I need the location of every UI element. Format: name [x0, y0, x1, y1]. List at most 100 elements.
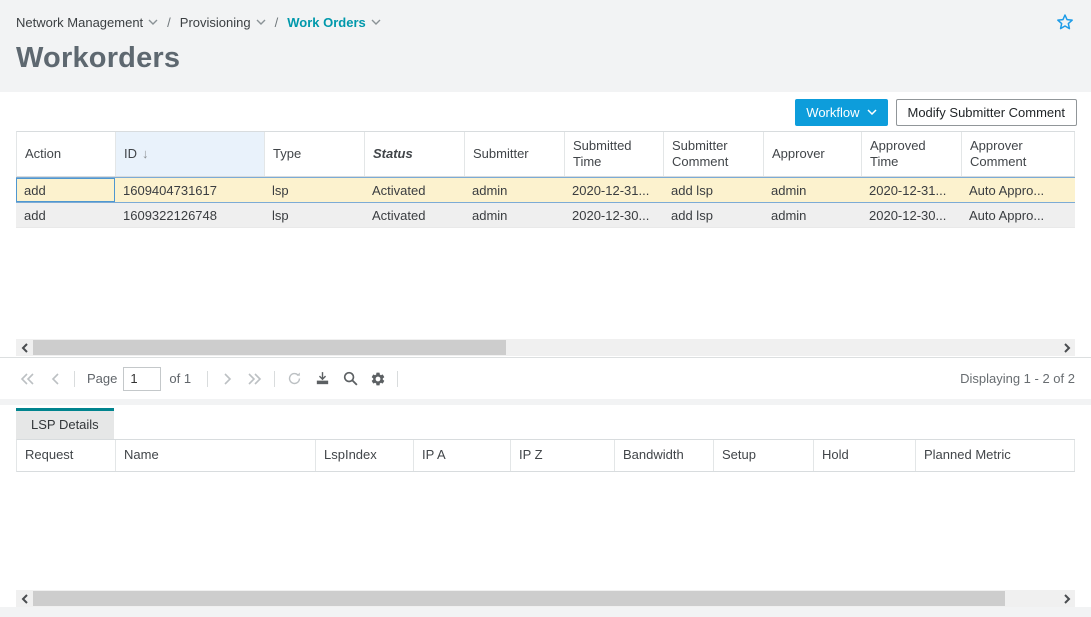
chevron-down-icon	[256, 19, 266, 25]
table-row[interactable]: add 1609322126748 lsp Activated admin 20…	[16, 203, 1075, 228]
column-header-label: Approved Time	[870, 138, 955, 171]
modify-submitter-comment-label: Modify Submitter Comment	[908, 105, 1066, 120]
grid-empty-area	[16, 228, 1075, 339]
workorders-panel: Workflow Modify Submitter Comment Action…	[0, 92, 1091, 399]
column-header-submitted-time[interactable]: Submitted Time	[565, 132, 664, 176]
cell-submitter[interactable]: admin	[464, 208, 564, 223]
column-header-approver-comment[interactable]: Approver Comment	[962, 132, 1075, 176]
scrollbar-thumb[interactable]	[33, 591, 1005, 606]
lsp-details-grid: Request Name LspIndex IP A IP Z Bandwidt…	[16, 439, 1075, 590]
chevron-down-icon	[148, 19, 158, 25]
breadcrumb-item-work-orders[interactable]: Work Orders	[287, 15, 381, 30]
breadcrumb-label: Provisioning	[180, 15, 251, 30]
table-row-selected[interactable]: add 1609404731617 lsp Activated admin 20…	[16, 177, 1075, 203]
column-header-id[interactable]: ID↓	[116, 132, 265, 176]
search-icon[interactable]	[339, 368, 361, 390]
chevron-down-icon	[371, 19, 381, 25]
breadcrumb-item-network-management[interactable]: Network Management	[16, 15, 158, 30]
workorders-hscrollbar[interactable]	[16, 339, 1075, 356]
cell-id[interactable]: 1609322126748	[115, 208, 264, 223]
column-header-label: Planned Metric	[924, 447, 1011, 463]
cell-approver[interactable]: admin	[763, 208, 861, 223]
breadcrumb-label: Network Management	[16, 15, 143, 30]
favorite-star-icon[interactable]	[1055, 12, 1075, 32]
column-header-action[interactable]: Action	[17, 132, 116, 176]
paging-toolbar: Page of 1	[0, 357, 1091, 399]
workflow-button[interactable]: Workflow	[795, 99, 887, 126]
breadcrumb-item-provisioning[interactable]: Provisioning	[180, 15, 266, 30]
column-header-hold[interactable]: Hold	[814, 440, 916, 471]
scroll-right-icon[interactable]	[1058, 339, 1075, 356]
cell-submitted-time[interactable]: 2020-12-30...	[564, 208, 663, 223]
cell-submitter[interactable]: admin	[464, 183, 564, 198]
cell-approver[interactable]: admin	[763, 183, 861, 198]
cell-type[interactable]: lsp	[264, 208, 364, 223]
scroll-right-icon[interactable]	[1058, 590, 1075, 607]
cell-submitter-comment[interactable]: add lsp	[663, 208, 763, 223]
workorders-header-row: Action ID↓ Type Status Submitter Submitt…	[16, 131, 1075, 177]
column-header-label: Approver Comment	[970, 138, 1068, 171]
column-header-setup[interactable]: Setup	[714, 440, 814, 471]
scroll-left-icon[interactable]	[16, 339, 33, 356]
workorders-page: Network Management / Provisioning / Work…	[0, 0, 1091, 617]
column-header-approved-time[interactable]: Approved Time	[862, 132, 962, 176]
breadcrumb-label: Work Orders	[287, 15, 366, 30]
prev-page-button[interactable]	[44, 368, 66, 390]
cell-status[interactable]: Activated	[364, 208, 464, 223]
cell-type[interactable]: lsp	[264, 183, 364, 198]
column-header-bandwidth[interactable]: Bandwidth	[615, 440, 714, 471]
column-header-label: Status	[373, 146, 413, 162]
column-header-label: Submitted Time	[573, 138, 657, 171]
next-page-button[interactable]	[216, 368, 238, 390]
column-header-label: Submitter Comment	[672, 138, 757, 171]
toolbar-separator	[74, 371, 75, 387]
cell-id[interactable]: 1609404731617	[115, 183, 264, 198]
last-page-button[interactable]	[244, 368, 266, 390]
cell-approver-comment[interactable]: Auto Appro...	[961, 183, 1075, 198]
workflow-button-label: Workflow	[806, 105, 859, 120]
gear-icon[interactable]	[367, 368, 389, 390]
column-header-label: Name	[124, 447, 159, 463]
cell-submitted-time[interactable]: 2020-12-31...	[564, 183, 663, 198]
cell-submitter-comment[interactable]: add lsp	[663, 183, 763, 198]
refresh-icon[interactable]	[283, 368, 305, 390]
page-number-input[interactable]	[123, 367, 161, 391]
column-header-ip-z[interactable]: IP Z	[511, 440, 615, 471]
column-header-request[interactable]: Request	[17, 440, 116, 471]
cell-action[interactable]: add	[16, 178, 115, 202]
column-header-lspindex[interactable]: LspIndex	[316, 440, 414, 471]
first-page-button[interactable]	[16, 368, 38, 390]
details-tab-strip: LSP Details	[0, 405, 1091, 439]
cell-approved-time[interactable]: 2020-12-31...	[861, 183, 961, 198]
tab-lsp-details[interactable]: LSP Details	[16, 408, 114, 439]
cell-approved-time[interactable]: 2020-12-30...	[861, 208, 961, 223]
column-header-label: Type	[273, 146, 301, 162]
column-header-label: Approver	[772, 146, 825, 162]
column-header-type[interactable]: Type	[265, 132, 365, 176]
toolbar-separator	[397, 371, 398, 387]
export-download-icon[interactable]	[311, 368, 333, 390]
cell-action[interactable]: add	[16, 208, 115, 223]
column-header-submitter[interactable]: Submitter	[465, 132, 565, 176]
cell-approver-comment[interactable]: Auto Appro...	[961, 208, 1075, 223]
column-header-name[interactable]: Name	[116, 440, 316, 471]
breadcrumb-separator: /	[167, 15, 171, 30]
column-header-status[interactable]: Status	[365, 132, 465, 176]
grid-toolbar: Workflow Modify Submitter Comment	[0, 92, 1091, 131]
modify-submitter-comment-button[interactable]: Modify Submitter Comment	[896, 99, 1078, 126]
page-of-label: of 1	[169, 371, 191, 386]
scroll-left-icon[interactable]	[16, 590, 33, 607]
column-header-label: Setup	[722, 447, 756, 463]
column-header-planned-metric[interactable]: Planned Metric	[916, 440, 1075, 471]
column-header-label: IP Z	[519, 447, 543, 463]
column-header-approver[interactable]: Approver	[764, 132, 862, 176]
lsp-details-hscrollbar[interactable]	[16, 590, 1075, 607]
column-header-label: IP A	[422, 447, 446, 463]
column-header-submitter-comment[interactable]: Submitter Comment	[664, 132, 764, 176]
column-header-label: ID	[124, 146, 137, 162]
page-title: Workorders	[16, 42, 1075, 75]
scrollbar-thumb[interactable]	[33, 340, 506, 355]
cell-status[interactable]: Activated	[364, 183, 464, 198]
grid-empty-area	[16, 472, 1075, 590]
column-header-ip-a[interactable]: IP A	[414, 440, 511, 471]
